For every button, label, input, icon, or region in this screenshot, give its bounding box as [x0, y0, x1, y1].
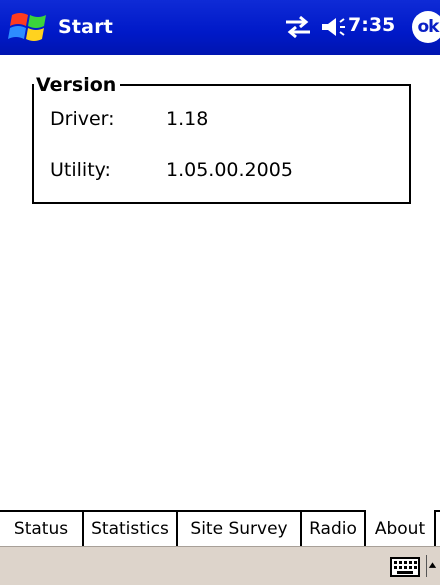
utility-label: Utility:	[50, 159, 111, 181]
start-button[interactable]: Start	[6, 8, 126, 46]
utility-row: Utility: 1.05.00.2005	[50, 159, 293, 181]
version-group: Version Driver: 1.18 Utility: 1.05.00.2005	[32, 74, 411, 204]
sip-up-arrow-icon[interactable]	[426, 555, 438, 577]
utility-value: 1.05.00.2005	[166, 159, 293, 181]
app-title: Start	[58, 16, 114, 38]
ok-button[interactable]: ok	[412, 11, 440, 43]
command-bar	[0, 546, 440, 585]
windows-flag-icon	[8, 13, 46, 41]
tab-radio[interactable]: Radio	[302, 512, 366, 546]
driver-label: Driver:	[50, 108, 115, 130]
tab-site-survey[interactable]: Site Survey	[178, 512, 302, 546]
title-bar: Start 7:35 ok	[0, 0, 440, 55]
keyboard-icon[interactable]	[390, 557, 420, 577]
driver-value: 1.18	[166, 108, 209, 130]
connectivity-icon[interactable]	[282, 14, 314, 40]
volume-icon[interactable]	[320, 15, 346, 39]
driver-row: Driver: 1.18	[50, 108, 208, 130]
tab-about[interactable]: About	[364, 510, 436, 548]
clock[interactable]: 7:35	[348, 14, 395, 36]
version-legend: Version	[34, 74, 121, 96]
tab-statistics[interactable]: Statistics	[84, 512, 178, 546]
tab-strip: Status Statistics Site Survey Radio Abou…	[0, 510, 440, 548]
tab-status[interactable]: Status	[0, 512, 84, 546]
